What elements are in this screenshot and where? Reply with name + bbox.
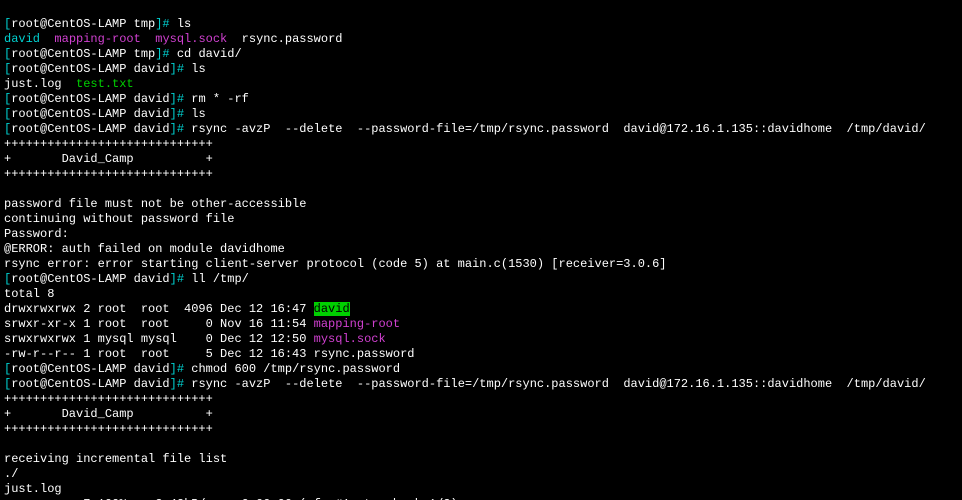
prompt-text: root@CentOS-LAMP tmp [11, 17, 155, 31]
ls-line: drwxrwxrwx 2 root root 4096 Dec 12 16:47… [4, 302, 350, 316]
line: just.log test.txt [4, 77, 134, 91]
prompt-text: root@CentOS-LAMP david [11, 377, 169, 391]
line: [root@CentOS-LAMP david]# rsync -avzP --… [4, 122, 926, 136]
ls-line: -rw-r--r-- 1 root root 5 Dec 12 16:43 rs… [4, 347, 414, 361]
ls-perms: srwxrwxrwx 1 mysql mysql 0 Dec 12 12:50 [4, 332, 314, 346]
line: [root@CentOS-LAMP david]# ll /tmp/ [4, 272, 249, 286]
command: ll /tmp/ [184, 272, 249, 286]
banner-line: +++++++++++++++++++++++++++++ [4, 422, 213, 436]
ls-line: srwxr-xr-x 1 root root 0 Nov 16 11:54 ma… [4, 317, 400, 331]
sock-mysql: mysql.sock [141, 32, 227, 46]
line: [root@CentOS-LAMP tmp]# cd david/ [4, 47, 242, 61]
output-line: ./ [4, 467, 18, 481]
output-line: continuing without password file [4, 212, 234, 226]
line: [root@CentOS-LAMP tmp]# ls [4, 17, 191, 31]
dir-david: david [4, 32, 40, 46]
line: [root@CentOS-LAMP david]# ls [4, 107, 206, 121]
prompt-text: root@CentOS-LAMP david [11, 362, 169, 376]
bracket-close: ]# [170, 62, 184, 76]
sock-mysql: mysql.sock [314, 332, 386, 346]
file-testtxt: test.txt [62, 77, 134, 91]
command: cd david/ [170, 47, 242, 61]
dir-david-hl: david [314, 302, 350, 316]
error-line: @ERROR: auth failed on module davidhome [4, 242, 285, 256]
banner-line: + David_Camp + [4, 152, 213, 166]
command: rsync -avzP --delete --password-file=/tm… [184, 122, 926, 136]
file-name: just.log [4, 482, 62, 496]
command: rsync -avzP --delete --password-file=/tm… [184, 377, 926, 391]
line: david mapping-root mysql.sock rsync.pass… [4, 32, 342, 46]
bracket-close: ]# [170, 107, 184, 121]
prompt-text: root@CentOS-LAMP david [11, 62, 169, 76]
line: [root@CentOS-LAMP david]# rsync -avzP --… [4, 377, 926, 391]
bracket-close: ]# [170, 92, 184, 106]
output-line: password file must not be other-accessib… [4, 197, 306, 211]
prompt-text: root@CentOS-LAMP david [11, 122, 169, 136]
prompt-text: root@CentOS-LAMP david [11, 272, 169, 286]
bracket-close: ]# [170, 122, 184, 136]
file-rsyncpw: rsync.password [227, 32, 342, 46]
terminal-output[interactable]: [root@CentOS-LAMP tmp]# ls david mapping… [0, 0, 962, 500]
output-line: receiving incremental file list [4, 452, 227, 466]
sock-mapping: mapping-root [314, 317, 400, 331]
command: rm * -rf [184, 92, 249, 106]
command: chmod 600 /tmp/rsync.password [184, 362, 400, 376]
password-prompt: Password: [4, 227, 69, 241]
command: ls [170, 17, 192, 31]
prompt-text: root@CentOS-LAMP david [11, 107, 169, 121]
file-justlog: just.log [4, 77, 62, 91]
ls-line: srwxrwxrwx 1 mysql mysql 0 Dec 12 12:50 … [4, 332, 386, 346]
command: ls [184, 107, 206, 121]
line: [root@CentOS-LAMP david]# rm * -rf [4, 92, 249, 106]
banner-line: +++++++++++++++++++++++++++++ [4, 137, 213, 151]
bracket-close: ]# [155, 47, 169, 61]
ls-perms: srwxr-xr-x 1 root root 0 Nov 16 11:54 [4, 317, 314, 331]
banner-line: + David_Camp + [4, 407, 213, 421]
command: ls [184, 62, 206, 76]
banner-line: +++++++++++++++++++++++++++++ [4, 167, 213, 181]
line: [root@CentOS-LAMP david]# chmod 600 /tmp… [4, 362, 400, 376]
bracket-close: ]# [155, 17, 169, 31]
prompt-text: root@CentOS-LAMP tmp [11, 47, 155, 61]
bracket-close: ]# [170, 362, 184, 376]
prompt-text: root@CentOS-LAMP david [11, 92, 169, 106]
bracket-close: ]# [170, 272, 184, 286]
bracket-close: ]# [170, 377, 184, 391]
ls-perms: drwxrwxrwx 2 root root 4096 Dec 12 16:47 [4, 302, 314, 316]
output-line: total 8 [4, 287, 54, 301]
sock-mapping: mapping-root [40, 32, 141, 46]
error-line: rsync error: error starting client-serve… [4, 257, 667, 271]
banner-line: +++++++++++++++++++++++++++++ [4, 392, 213, 406]
line: [root@CentOS-LAMP david]# ls [4, 62, 206, 76]
